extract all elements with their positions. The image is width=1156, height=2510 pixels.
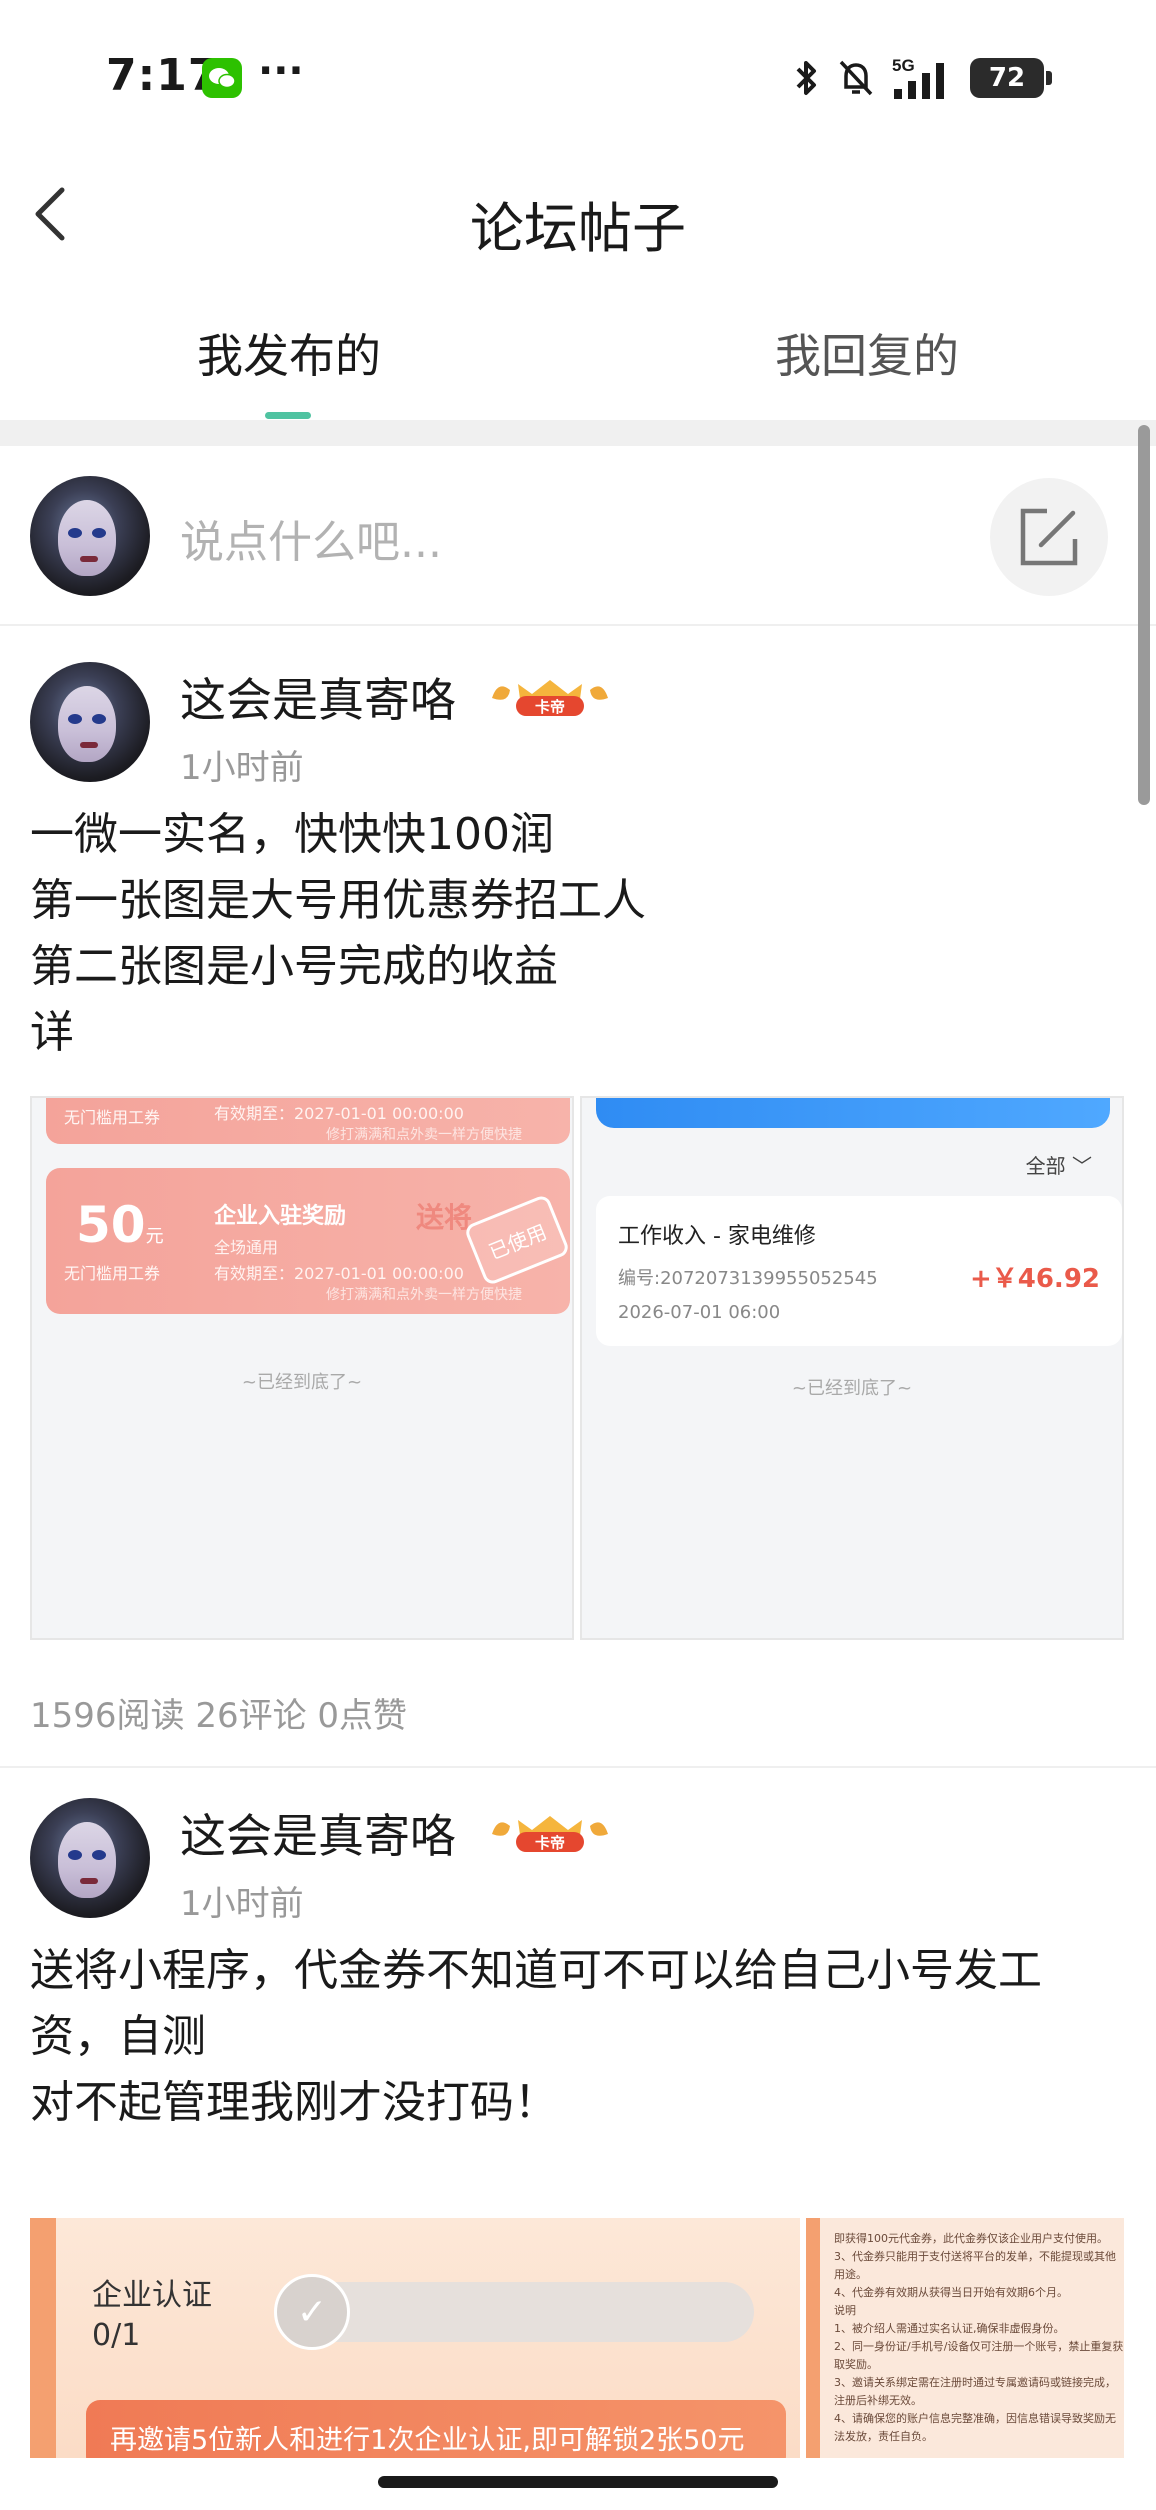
author-avatar[interactable] xyxy=(30,662,150,782)
compose-button[interactable] xyxy=(990,478,1108,596)
coupon-amount: 50元 xyxy=(76,1196,164,1254)
invite-banner: 再邀请5位新人和进行1次企业认证,即可解锁2张50元 xyxy=(86,2400,786,2458)
post-timestamp: 1小时前 xyxy=(180,748,304,788)
income-record: 工作收入 - 家电维修 编号:2072073139955052545 2026-… xyxy=(596,1196,1122,1346)
post-body: 送将小程序，代金券不知道可不可以给自己小号发工 资，自测 对不起管理我刚才没打码… xyxy=(30,1938,1042,2136)
post-image-rules[interactable]: 即获得100元代金券，此代金券仅该企业用户支付使用。 3、代金券只能用于支付送将… xyxy=(806,2218,1124,2458)
user-level-badge: 卡帝 xyxy=(488,674,612,720)
post-image-coupons[interactable]: 无门槛用工券 有效期至：2027-01-01 00:00:00 修打满满和点外卖… xyxy=(30,1096,574,1640)
header-banner xyxy=(596,1098,1110,1128)
wechat-icon xyxy=(202,58,242,98)
certification-label: 企业认证 xyxy=(92,2278,212,2313)
user-level-badge: 卡帝 xyxy=(488,1810,612,1856)
scrollbar[interactable] xyxy=(1138,425,1150,805)
coupon-watermark: 送将 xyxy=(416,1201,473,1234)
battery-icon: 72 xyxy=(970,58,1052,98)
income-amount: +￥46.92 xyxy=(969,1264,1100,1294)
post-stats: 1596阅读 26评论 0点赞 xyxy=(30,1696,408,1736)
coupon-card: 50元 无门槛用工券 企业入驻奖励 全场通用 有效期至：2027-01-01 0… xyxy=(46,1168,571,1314)
mute-bell-icon xyxy=(839,60,873,96)
composer-input[interactable]: 说点什么吧... xyxy=(180,506,442,570)
post-timestamp: 1小时前 xyxy=(180,1884,304,1924)
avatar[interactable] xyxy=(30,476,150,596)
end-of-list-note: ~已经到底了~ xyxy=(791,1378,913,1399)
home-indicator[interactable] xyxy=(378,2476,778,2488)
signal-5g-icon: 5G xyxy=(892,56,944,99)
certification-count: 0/1 xyxy=(92,2318,141,2353)
page-title: 论坛帖子 xyxy=(470,197,686,260)
more-notifications-icon: ··· xyxy=(258,48,304,94)
post-body: 一微一实名，快快快100润 第一张图是大号用优惠券招工人 第二张图是小号完成的收… xyxy=(30,802,646,1066)
edit-icon xyxy=(1020,508,1078,566)
nav-bar: 论坛帖子 xyxy=(0,160,1156,270)
author-name[interactable]: 这会是真寄咯 xyxy=(180,664,456,730)
post-divider xyxy=(0,1766,1156,1768)
check-icon: ✓ xyxy=(274,2274,350,2350)
post-body-line: 资，自测 xyxy=(30,2011,206,2062)
post-body-line: 第二张图是小号完成的收益 xyxy=(30,941,558,992)
tab-bar: 我发布的 我回复的 xyxy=(0,300,1156,420)
post-body-line: 第一张图是大号用优惠券招工人 xyxy=(30,875,646,926)
post-composer: 说点什么吧... xyxy=(0,446,1156,626)
author-avatar[interactable] xyxy=(30,1798,150,1918)
post-image-income[interactable]: 全部 ﹀ 工作收入 - 家电维修 编号:2072073139955052545 … xyxy=(580,1096,1124,1640)
filter-dropdown: 全部 ﹀ xyxy=(1025,1154,1092,1178)
author-name[interactable]: 这会是真寄咯 xyxy=(180,1800,456,1866)
tab-my-replies[interactable]: 我回复的 xyxy=(578,320,1156,386)
svg-text:卡帝: 卡帝 xyxy=(535,698,565,716)
status-indicators: 5G 72 xyxy=(792,52,1052,104)
post-body-line: 对不起管理我刚才没打码！ xyxy=(30,2077,558,2128)
post-body-line: 送将小程序，代金券不知道可不可以给自己小号发工 xyxy=(30,1945,1042,1996)
used-stamp: 已使用 xyxy=(463,1193,571,1287)
tab-my-posts[interactable]: 我发布的 xyxy=(0,320,578,386)
section-divider xyxy=(0,420,1156,446)
post-body-line: 一微一实名，快快快100润 xyxy=(30,809,554,860)
svg-text:5G: 5G xyxy=(892,56,915,75)
post-body-line: 详 xyxy=(30,1007,74,1058)
active-tab-indicator xyxy=(265,412,311,419)
status-bar: 7:17 ··· 5G 72 xyxy=(0,0,1156,150)
rules-text: 即获得100元代金券，此代金券仅该企业用户支付使用。 3、代金券只能用于支付送将… xyxy=(834,2232,1124,2443)
svg-text:卡帝: 卡帝 xyxy=(535,1834,565,1852)
end-of-list-note: ~已经到底了~ xyxy=(241,1372,363,1393)
post-image-certification[interactable]: 企业认证 0/1 ✓ 再邀请5位新人和进行1次企业认证,即可解锁2张50元 xyxy=(30,2218,800,2458)
coupon-card-partial: 无门槛用工券 有效期至：2027-01-01 00:00:00 修打满满和点外卖… xyxy=(46,1098,570,1144)
bluetooth-icon xyxy=(796,61,816,95)
